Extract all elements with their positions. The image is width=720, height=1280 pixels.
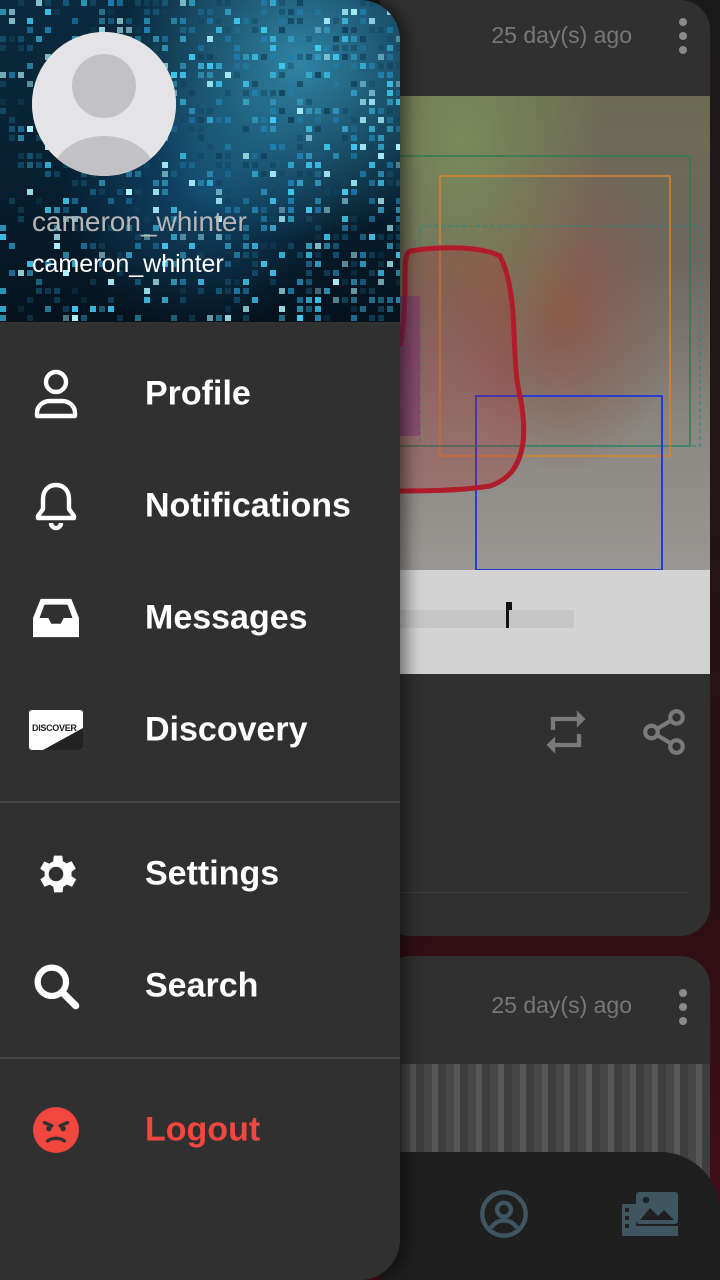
discover-card-icon: DISCOVER <box>28 702 84 758</box>
username-primary: cameron_whinter <box>32 206 247 237</box>
menu-label-notifications: Notifications <box>145 486 351 525</box>
menu-divider <box>0 801 400 803</box>
avatar[interactable] <box>32 32 176 176</box>
post-actions <box>380 700 710 770</box>
menu-item-profile[interactable]: Profile <box>0 344 400 444</box>
drawer-header: cameron_whinter cameron_whinter <box>0 0 400 322</box>
post-image[interactable] <box>380 96 710 570</box>
menu-item-search[interactable]: Search <box>0 936 400 1036</box>
search-icon <box>28 958 84 1014</box>
post-caption-strip <box>380 570 710 674</box>
post-timestamp: 25 day(s) ago <box>491 992 632 1018</box>
menu-item-notifications[interactable]: Notifications <box>0 456 400 556</box>
post-divider <box>400 892 690 893</box>
menu-item-messages[interactable]: Messages <box>0 568 400 668</box>
account-circle-icon[interactable] <box>474 1184 534 1244</box>
bottom-navigation <box>380 1152 720 1280</box>
menu-label-search: Search <box>145 966 259 1005</box>
bell-icon <box>28 478 84 534</box>
more-options-icon[interactable] <box>678 989 688 1025</box>
angry-face-icon <box>28 1102 84 1158</box>
share-icon[interactable] <box>632 700 696 764</box>
navigation-drawer: cameron_whinter cameron_whinter Profile … <box>0 0 400 1280</box>
gear-icon <box>28 846 84 902</box>
inbox-icon <box>28 590 84 646</box>
menu-label-discovery: Discovery <box>145 710 308 749</box>
menu-item-discovery[interactable]: DISCOVER Discovery <box>0 680 400 780</box>
menu-label-settings: Settings <box>145 854 280 893</box>
more-options-icon[interactable] <box>678 18 688 54</box>
menu-label-messages: Messages <box>145 598 308 637</box>
menu-label-profile: Profile <box>145 374 251 413</box>
post-timestamp: 25 day(s) ago <box>491 22 632 48</box>
user-outline-icon <box>28 366 84 422</box>
menu-item-settings[interactable]: Settings <box>0 824 400 924</box>
menu-divider <box>0 1057 400 1059</box>
repost-icon[interactable] <box>534 700 598 764</box>
caption-bar <box>400 610 574 628</box>
gallery-icon[interactable] <box>620 1184 680 1244</box>
menu-item-logout[interactable]: Logout <box>0 1080 400 1180</box>
menu-label-logout: Logout <box>145 1110 261 1149</box>
discover-card-text: DISCOVER <box>32 723 77 733</box>
flag-icon <box>506 602 512 628</box>
post-card[interactable]: 25 day(s) ago <box>380 0 710 936</box>
username-secondary: cameron_whinter <box>32 250 224 278</box>
